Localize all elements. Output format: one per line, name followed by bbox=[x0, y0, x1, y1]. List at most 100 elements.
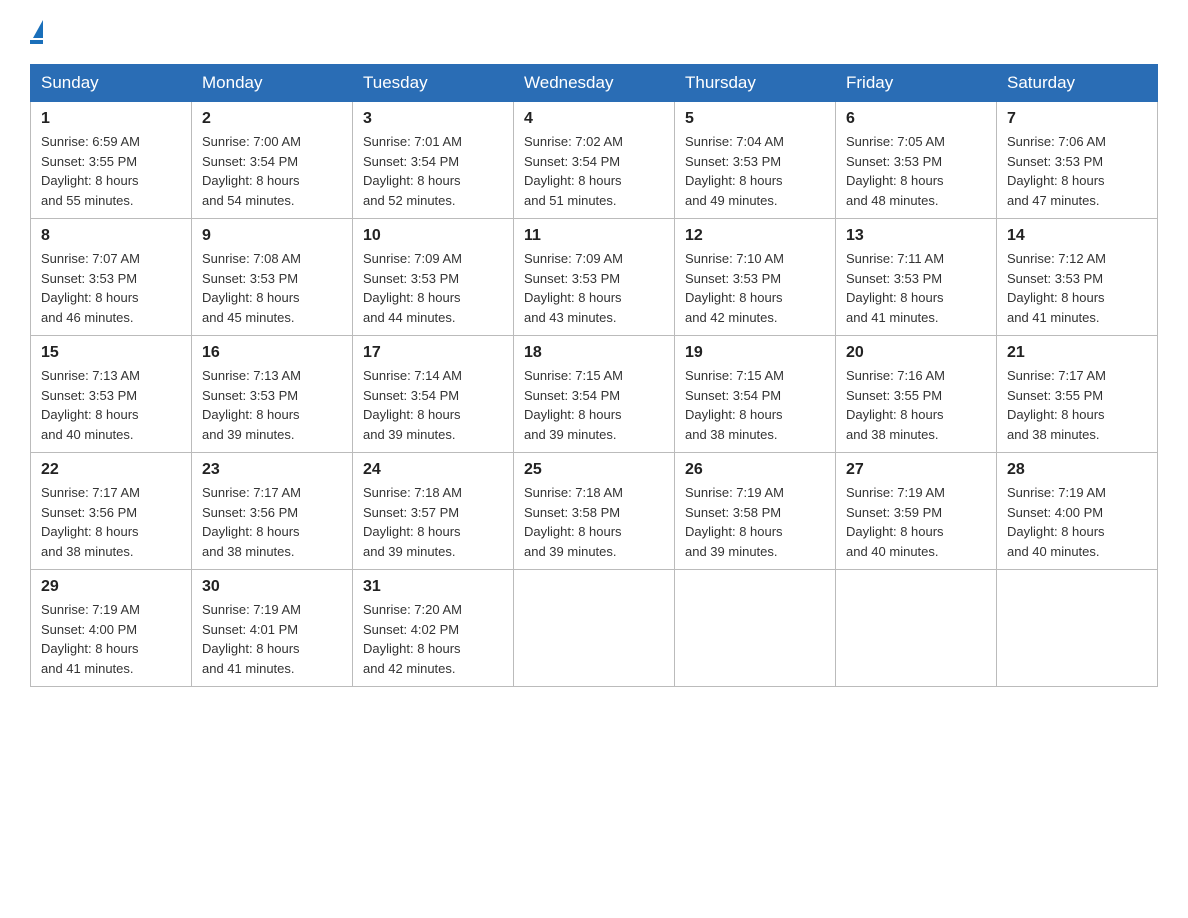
day-info: Sunrise: 7:15 AMSunset: 3:54 PMDaylight:… bbox=[524, 366, 664, 444]
logo bbox=[30, 20, 43, 44]
day-number: 7 bbox=[1007, 110, 1147, 128]
calendar-cell: 17 Sunrise: 7:14 AMSunset: 3:54 PMDaylig… bbox=[353, 336, 514, 453]
calendar-header-tuesday: Tuesday bbox=[353, 65, 514, 102]
calendar-week-row: 29 Sunrise: 7:19 AMSunset: 4:00 PMDaylig… bbox=[31, 570, 1158, 687]
day-number: 9 bbox=[202, 227, 342, 245]
calendar-cell: 30 Sunrise: 7:19 AMSunset: 4:01 PMDaylig… bbox=[192, 570, 353, 687]
day-info: Sunrise: 7:15 AMSunset: 3:54 PMDaylight:… bbox=[685, 366, 825, 444]
calendar-header-monday: Monday bbox=[192, 65, 353, 102]
day-info: Sunrise: 7:19 AMSunset: 4:01 PMDaylight:… bbox=[202, 600, 342, 678]
day-number: 30 bbox=[202, 578, 342, 596]
calendar-cell bbox=[514, 570, 675, 687]
day-number: 6 bbox=[846, 110, 986, 128]
day-info: Sunrise: 7:11 AMSunset: 3:53 PMDaylight:… bbox=[846, 249, 986, 327]
calendar-cell: 24 Sunrise: 7:18 AMSunset: 3:57 PMDaylig… bbox=[353, 453, 514, 570]
day-info: Sunrise: 7:17 AMSunset: 3:56 PMDaylight:… bbox=[41, 483, 181, 561]
calendar-cell: 3 Sunrise: 7:01 AMSunset: 3:54 PMDayligh… bbox=[353, 102, 514, 219]
calendar-cell: 23 Sunrise: 7:17 AMSunset: 3:56 PMDaylig… bbox=[192, 453, 353, 570]
day-number: 2 bbox=[202, 110, 342, 128]
calendar-cell: 20 Sunrise: 7:16 AMSunset: 3:55 PMDaylig… bbox=[836, 336, 997, 453]
calendar-header-sunday: Sunday bbox=[31, 65, 192, 102]
day-number: 14 bbox=[1007, 227, 1147, 245]
calendar-cell: 13 Sunrise: 7:11 AMSunset: 3:53 PMDaylig… bbox=[836, 219, 997, 336]
day-number: 31 bbox=[363, 578, 503, 596]
day-info: Sunrise: 7:06 AMSunset: 3:53 PMDaylight:… bbox=[1007, 132, 1147, 210]
calendar-table: SundayMondayTuesdayWednesdayThursdayFrid… bbox=[30, 64, 1158, 687]
calendar-cell: 26 Sunrise: 7:19 AMSunset: 3:58 PMDaylig… bbox=[675, 453, 836, 570]
calendar-cell: 1 Sunrise: 6:59 AMSunset: 3:55 PMDayligh… bbox=[31, 102, 192, 219]
day-number: 23 bbox=[202, 461, 342, 479]
calendar-week-row: 22 Sunrise: 7:17 AMSunset: 3:56 PMDaylig… bbox=[31, 453, 1158, 570]
calendar-header-thursday: Thursday bbox=[675, 65, 836, 102]
day-number: 8 bbox=[41, 227, 181, 245]
calendar-header-saturday: Saturday bbox=[997, 65, 1158, 102]
calendar-cell: 4 Sunrise: 7:02 AMSunset: 3:54 PMDayligh… bbox=[514, 102, 675, 219]
day-info: Sunrise: 7:10 AMSunset: 3:53 PMDaylight:… bbox=[685, 249, 825, 327]
day-number: 3 bbox=[363, 110, 503, 128]
day-info: Sunrise: 7:17 AMSunset: 3:55 PMDaylight:… bbox=[1007, 366, 1147, 444]
day-number: 29 bbox=[41, 578, 181, 596]
calendar-cell: 9 Sunrise: 7:08 AMSunset: 3:53 PMDayligh… bbox=[192, 219, 353, 336]
day-info: Sunrise: 7:07 AMSunset: 3:53 PMDaylight:… bbox=[41, 249, 181, 327]
day-info: Sunrise: 7:18 AMSunset: 3:57 PMDaylight:… bbox=[363, 483, 503, 561]
day-info: Sunrise: 7:13 AMSunset: 3:53 PMDaylight:… bbox=[41, 366, 181, 444]
day-number: 25 bbox=[524, 461, 664, 479]
calendar-cell: 2 Sunrise: 7:00 AMSunset: 3:54 PMDayligh… bbox=[192, 102, 353, 219]
day-number: 10 bbox=[363, 227, 503, 245]
day-number: 4 bbox=[524, 110, 664, 128]
day-info: Sunrise: 7:14 AMSunset: 3:54 PMDaylight:… bbox=[363, 366, 503, 444]
calendar-week-row: 15 Sunrise: 7:13 AMSunset: 3:53 PMDaylig… bbox=[31, 336, 1158, 453]
calendar-cell: 10 Sunrise: 7:09 AMSunset: 3:53 PMDaylig… bbox=[353, 219, 514, 336]
calendar-header-row: SundayMondayTuesdayWednesdayThursdayFrid… bbox=[31, 65, 1158, 102]
calendar-cell: 31 Sunrise: 7:20 AMSunset: 4:02 PMDaylig… bbox=[353, 570, 514, 687]
day-info: Sunrise: 7:19 AMSunset: 3:58 PMDaylight:… bbox=[685, 483, 825, 561]
calendar-cell: 25 Sunrise: 7:18 AMSunset: 3:58 PMDaylig… bbox=[514, 453, 675, 570]
calendar-cell: 21 Sunrise: 7:17 AMSunset: 3:55 PMDaylig… bbox=[997, 336, 1158, 453]
day-number: 15 bbox=[41, 344, 181, 362]
day-info: Sunrise: 7:16 AMSunset: 3:55 PMDaylight:… bbox=[846, 366, 986, 444]
day-info: Sunrise: 7:04 AMSunset: 3:53 PMDaylight:… bbox=[685, 132, 825, 210]
calendar-cell bbox=[997, 570, 1158, 687]
calendar-cell: 5 Sunrise: 7:04 AMSunset: 3:53 PMDayligh… bbox=[675, 102, 836, 219]
day-number: 5 bbox=[685, 110, 825, 128]
day-info: Sunrise: 7:08 AMSunset: 3:53 PMDaylight:… bbox=[202, 249, 342, 327]
calendar-week-row: 8 Sunrise: 7:07 AMSunset: 3:53 PMDayligh… bbox=[31, 219, 1158, 336]
day-info: Sunrise: 7:13 AMSunset: 3:53 PMDaylight:… bbox=[202, 366, 342, 444]
calendar-cell bbox=[836, 570, 997, 687]
day-info: Sunrise: 7:05 AMSunset: 3:53 PMDaylight:… bbox=[846, 132, 986, 210]
calendar-header-wednesday: Wednesday bbox=[514, 65, 675, 102]
calendar-cell: 28 Sunrise: 7:19 AMSunset: 4:00 PMDaylig… bbox=[997, 453, 1158, 570]
day-number: 12 bbox=[685, 227, 825, 245]
logo-triangle-icon bbox=[33, 20, 43, 38]
day-info: Sunrise: 7:20 AMSunset: 4:02 PMDaylight:… bbox=[363, 600, 503, 678]
day-number: 11 bbox=[524, 227, 664, 245]
day-info: Sunrise: 7:12 AMSunset: 3:53 PMDaylight:… bbox=[1007, 249, 1147, 327]
calendar-cell: 6 Sunrise: 7:05 AMSunset: 3:53 PMDayligh… bbox=[836, 102, 997, 219]
calendar-cell: 14 Sunrise: 7:12 AMSunset: 3:53 PMDaylig… bbox=[997, 219, 1158, 336]
calendar-cell: 19 Sunrise: 7:15 AMSunset: 3:54 PMDaylig… bbox=[675, 336, 836, 453]
day-number: 13 bbox=[846, 227, 986, 245]
calendar-cell: 29 Sunrise: 7:19 AMSunset: 4:00 PMDaylig… bbox=[31, 570, 192, 687]
day-number: 16 bbox=[202, 344, 342, 362]
day-number: 18 bbox=[524, 344, 664, 362]
day-number: 20 bbox=[846, 344, 986, 362]
calendar-cell: 11 Sunrise: 7:09 AMSunset: 3:53 PMDaylig… bbox=[514, 219, 675, 336]
calendar-header-friday: Friday bbox=[836, 65, 997, 102]
day-info: Sunrise: 7:17 AMSunset: 3:56 PMDaylight:… bbox=[202, 483, 342, 561]
day-info: Sunrise: 7:19 AMSunset: 3:59 PMDaylight:… bbox=[846, 483, 986, 561]
day-number: 21 bbox=[1007, 344, 1147, 362]
calendar-cell: 16 Sunrise: 7:13 AMSunset: 3:53 PMDaylig… bbox=[192, 336, 353, 453]
day-info: Sunrise: 6:59 AMSunset: 3:55 PMDaylight:… bbox=[41, 132, 181, 210]
day-info: Sunrise: 7:19 AMSunset: 4:00 PMDaylight:… bbox=[41, 600, 181, 678]
calendar-cell: 22 Sunrise: 7:17 AMSunset: 3:56 PMDaylig… bbox=[31, 453, 192, 570]
calendar-cell: 27 Sunrise: 7:19 AMSunset: 3:59 PMDaylig… bbox=[836, 453, 997, 570]
day-info: Sunrise: 7:09 AMSunset: 3:53 PMDaylight:… bbox=[524, 249, 664, 327]
logo-underline bbox=[30, 40, 43, 44]
day-info: Sunrise: 7:01 AMSunset: 3:54 PMDaylight:… bbox=[363, 132, 503, 210]
calendar-cell: 18 Sunrise: 7:15 AMSunset: 3:54 PMDaylig… bbox=[514, 336, 675, 453]
calendar-cell: 15 Sunrise: 7:13 AMSunset: 3:53 PMDaylig… bbox=[31, 336, 192, 453]
page-header bbox=[30, 20, 1158, 44]
day-number: 1 bbox=[41, 110, 181, 128]
calendar-cell: 12 Sunrise: 7:10 AMSunset: 3:53 PMDaylig… bbox=[675, 219, 836, 336]
calendar-cell: 8 Sunrise: 7:07 AMSunset: 3:53 PMDayligh… bbox=[31, 219, 192, 336]
